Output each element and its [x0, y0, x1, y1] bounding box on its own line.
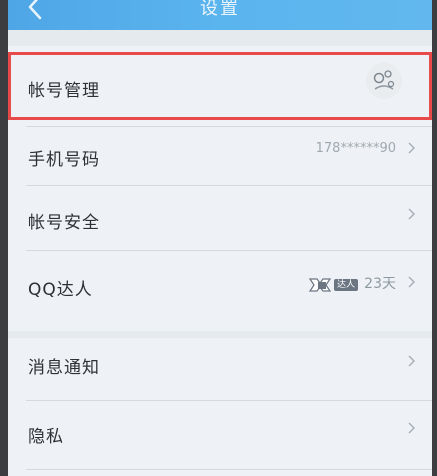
avatar-image — [366, 63, 402, 99]
daren-days-value: 23天 — [364, 276, 396, 292]
row-label: 帐号安全 — [28, 213, 100, 233]
chevron-right-icon — [406, 275, 416, 289]
chevron-right-icon — [406, 207, 416, 221]
settings-row-account-security[interactable]: 帐号安全 — [8, 186, 432, 248]
row-divider — [26, 469, 432, 470]
qq-daren-badge-icon — [308, 278, 332, 292]
row-label: 帐号管理 — [28, 81, 100, 101]
row-label: 消息通知 — [28, 358, 100, 378]
settings-row-notifications[interactable]: 消息通知 — [8, 338, 432, 400]
row-label: QQ达人 — [28, 280, 93, 300]
phone-screen: 设置 帐号管理 手机号码 178******90 帐号安全 QQ达人 23天 达… — [8, 0, 432, 476]
page-title: 设置 — [200, 0, 240, 19]
settings-row-qq-daren[interactable]: QQ达人 23天 — [8, 251, 432, 319]
chevron-right-icon — [406, 421, 416, 435]
phone-number-value: 178******90 — [315, 141, 396, 156]
settings-row-phone-number[interactable]: 手机号码 178******90 — [8, 127, 432, 183]
chevron-right-icon — [406, 354, 416, 368]
navigation-bar: 设置 — [8, 0, 432, 30]
row-label: 手机号码 — [28, 150, 100, 170]
daren-badge-label: 达人 — [334, 279, 359, 291]
avatar[interactable] — [366, 63, 402, 99]
chevron-right-icon — [406, 141, 416, 155]
settings-row-privacy[interactable]: 隐私 — [8, 401, 432, 471]
qq-daren-badge: 达人 — [308, 276, 364, 294]
row-label: 隐私 — [28, 427, 64, 447]
